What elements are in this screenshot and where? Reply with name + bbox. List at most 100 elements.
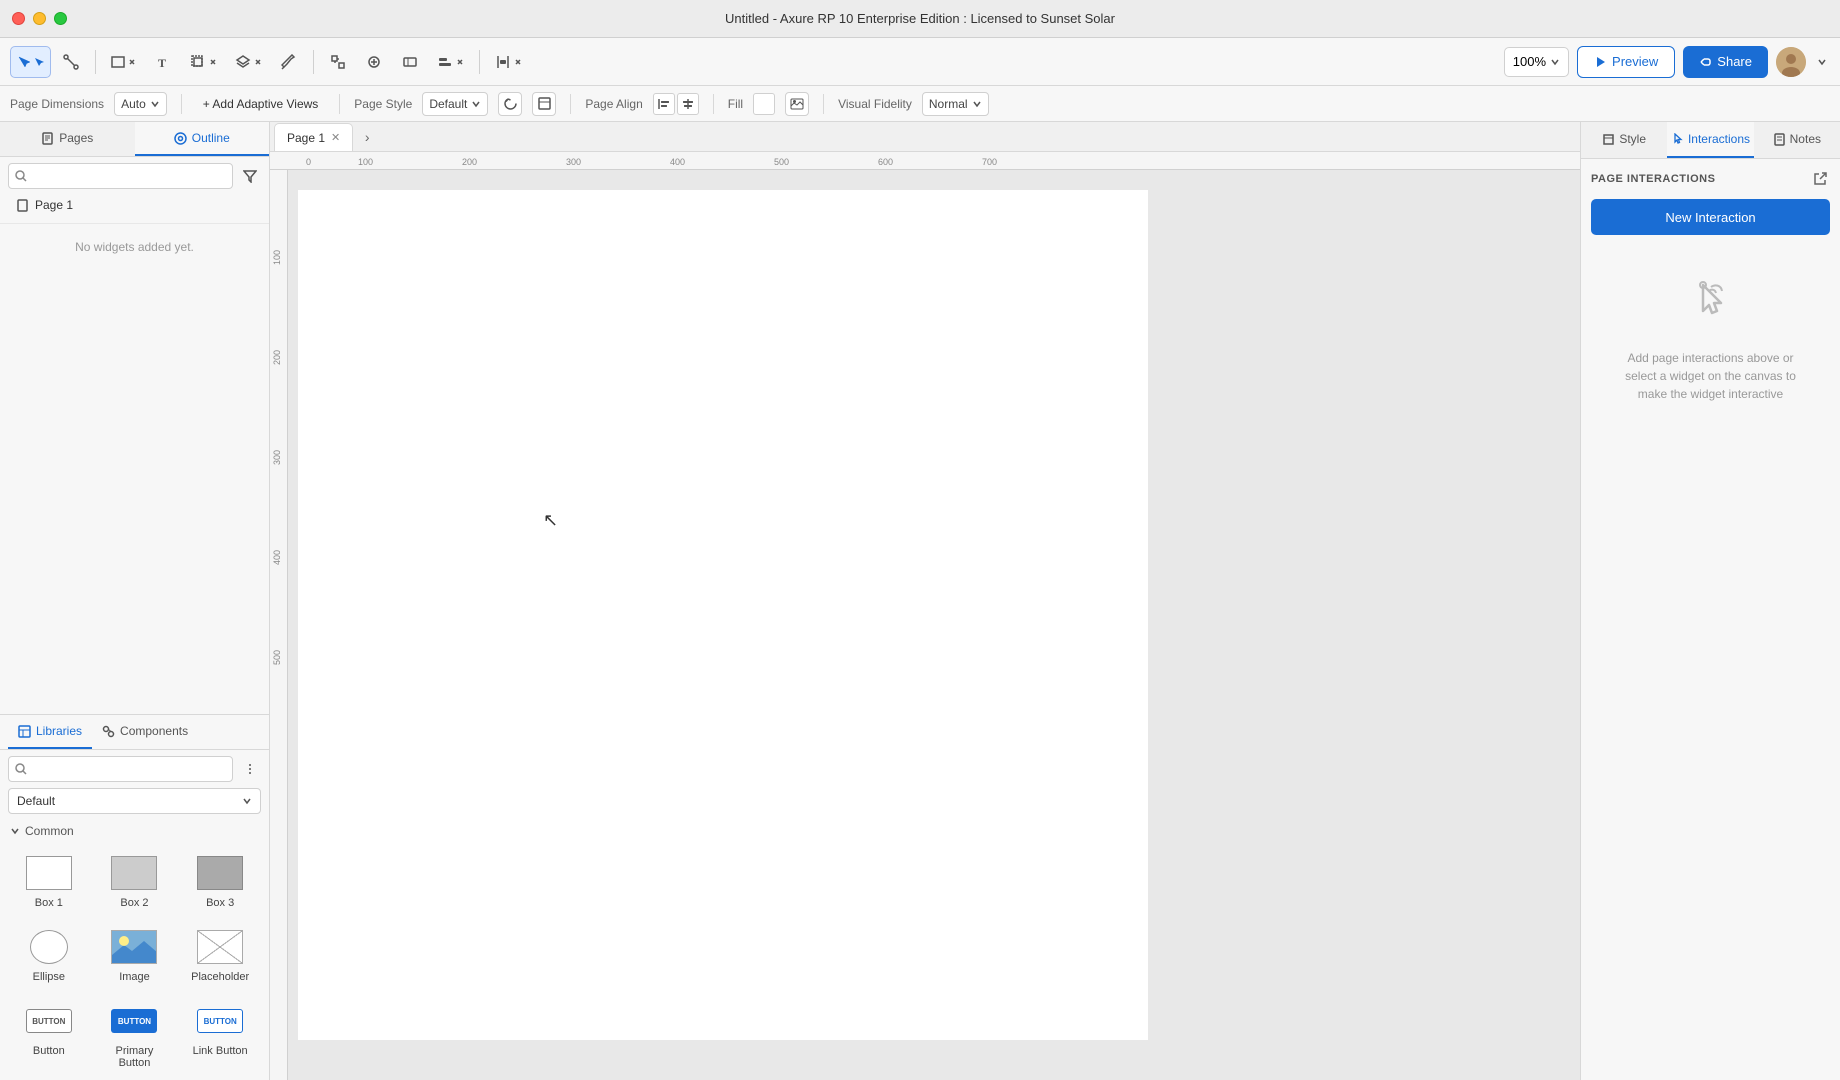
page-interactions-title: PAGE INTERACTIONS [1591,173,1715,185]
primary-button-thumbnail: BUTTON [106,1001,162,1041]
fill-color-swatch[interactable] [753,93,775,115]
page-1-tab[interactable]: Page 1 ✕ [274,123,353,151]
pages-icon [41,132,54,145]
canvas-area[interactable]: 0 100 200 300 400 500 600 700 100 200 30… [270,152,1580,1080]
share-button[interactable]: Share [1683,46,1768,78]
page-style-label: Page Style [354,97,412,111]
interactions-tab-label: Interactions [1688,132,1750,146]
user-avatar[interactable] [1776,47,1806,77]
page-icon [16,199,29,212]
add-adaptive-views-button[interactable]: + Add Adaptive Views [196,91,326,117]
user-menu-button[interactable] [1814,46,1830,78]
traffic-lights [12,12,67,25]
interactions-empty-state: Add page interactions above or select a … [1591,235,1830,433]
common-section-header[interactable]: Common [0,820,269,842]
widget-box3[interactable]: Box 3 [179,846,261,916]
search-icon-lib [15,763,27,775]
button-label: Button [33,1045,65,1057]
page-1-label: Page 1 [35,198,73,212]
new-interaction-button[interactable]: New Interaction [1591,199,1830,235]
library-select-value: Default [17,794,55,808]
visual-fidelity-select[interactable]: Normal [922,92,989,116]
primary-button-label: Primary Button [99,1045,171,1069]
dimensions-select[interactable]: Auto [114,92,167,116]
pen-tool-button[interactable] [273,46,305,78]
rotate-left-button[interactable] [498,92,522,116]
page-1-item[interactable]: Page 1 [8,193,261,217]
widget-primary-button[interactable]: BUTTON Primary Button [94,994,176,1076]
style-tab-label: Style [1619,132,1646,146]
tab-style[interactable]: Style [1581,122,1667,158]
page-style-select[interactable]: Default [422,92,488,116]
widget-image[interactable]: Image [94,920,176,990]
library-select[interactable]: Default [8,788,261,814]
props-divider-3 [570,94,571,114]
svg-text:T: T [158,56,166,69]
crop-tool-button[interactable] [183,46,224,78]
page-align-label: Page Align [585,97,642,111]
rectangle-tool-button[interactable] [104,46,143,78]
libraries-tab-label: Libraries [36,724,82,738]
library-search-box[interactable] [8,756,233,782]
pages-tab-label: Pages [59,131,93,145]
page-interactions-header: PAGE INTERACTIONS [1591,169,1830,189]
section-collapse-icon [10,826,20,836]
align-tool-button[interactable] [430,46,471,78]
text-tool-button[interactable]: T [147,46,179,78]
right-panel: Style Interactions Notes PAGE INTERACTIO… [1580,122,1840,1080]
ellipse-label: Ellipse [33,971,65,983]
widget-box1[interactable]: Box 1 [8,846,90,916]
close-button[interactable] [12,12,25,25]
widget-ellipse[interactable]: Ellipse [8,920,90,990]
main-layout: Pages Outline Page 1 [0,122,1840,1080]
align-center-button[interactable] [677,93,699,115]
titlebar: Untitled - Axure RP 10 Enterprise Editio… [0,0,1840,38]
minimize-button[interactable] [33,12,46,25]
placeholder-thumbnail [192,927,248,967]
distribute-tool-button[interactable] [488,46,529,78]
zoom-control[interactable]: 100% [1504,47,1569,77]
search-icon [15,170,27,182]
canvas-settings-button[interactable] [532,92,556,116]
toolbar-divider-1 [95,50,96,74]
widget-button[interactable]: BUTTON Button [8,994,90,1076]
page-interactions-section: PAGE INTERACTIONS New Interaction [1581,159,1840,443]
outline-icon [174,132,187,145]
preview-button[interactable]: Preview [1577,46,1675,78]
pages-search-box[interactable] [8,163,233,189]
lib-menu-button[interactable] [239,758,261,780]
tab-pages[interactable]: Pages [0,122,135,156]
ruler-left: 100 200 300 400 500 [270,170,288,1080]
interactions-empty-icon [1685,275,1737,337]
insert-tool-button[interactable] [358,46,390,78]
tab-notes[interactable]: Notes [1754,122,1840,158]
connection-tool-button[interactable] [55,46,87,78]
common-section-label: Common [25,824,74,838]
props-divider-4 [713,94,714,114]
align-left-button[interactable] [653,93,675,115]
group-tool-button[interactable] [394,46,426,78]
page-interactions-external-link[interactable] [1810,169,1830,189]
widget-placeholder[interactable]: Placeholder [179,920,261,990]
layers-tool-button[interactable] [228,46,269,78]
style-tab-icon [1602,133,1615,146]
tab-interactions[interactable]: Interactions [1667,122,1753,158]
filter-button[interactable] [239,165,261,187]
fill-image-button[interactable] [785,92,809,116]
tab-close-button[interactable]: ✕ [331,131,340,144]
app-title: Untitled - Axure RP 10 Enterprise Editio… [725,11,1115,26]
fit-tool-button[interactable] [322,46,354,78]
visual-fidelity-label: Visual Fidelity [838,97,912,111]
link-button-thumbnail: BUTTON [192,1001,248,1041]
tab-components[interactable]: Components [92,715,198,749]
maximize-button[interactable] [54,12,67,25]
tab-more-button[interactable]: › [357,127,377,147]
select-tool-button[interactable] [10,46,51,78]
tab-libraries[interactable]: Libraries [8,715,92,749]
box1-label: Box 1 [35,897,63,909]
widget-box2[interactable]: Box 2 [94,846,176,916]
tab-outline[interactable]: Outline [135,122,270,156]
button-thumbnail: BUTTON [21,1001,77,1041]
lib-tabs: Libraries Components [0,715,269,750]
widget-link-button[interactable]: BUTTON Link Button [179,994,261,1076]
